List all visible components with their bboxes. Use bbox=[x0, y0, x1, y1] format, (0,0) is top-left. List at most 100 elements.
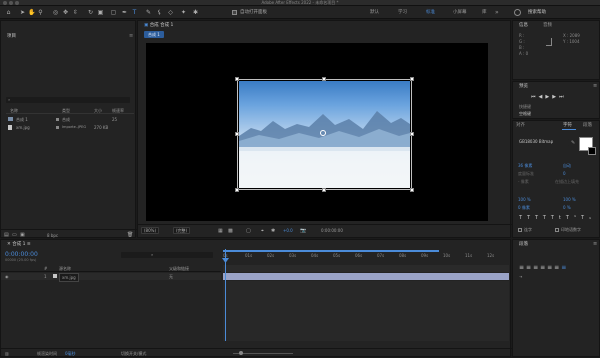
resolution-dropdown[interactable]: (完整) bbox=[173, 227, 191, 234]
project-item-comp[interactable]: 合成 1 合成 25 bbox=[6, 116, 134, 123]
delete-icon[interactable]: 🗑 bbox=[127, 232, 133, 238]
zoom-icon[interactable]: ⚲ bbox=[37, 9, 44, 16]
paragraph-menu-icon[interactable]: ≡ bbox=[593, 241, 597, 247]
font-family-dropdown[interactable]: GB18030 Bitmap bbox=[517, 139, 569, 146]
faux-bold-button[interactable]: T bbox=[519, 215, 527, 221]
timeline-search-input[interactable] bbox=[121, 252, 213, 258]
layer-name[interactable]: xm.jpg bbox=[59, 273, 79, 282]
stroke-mode-dropdown[interactable]: 在描边上填充 bbox=[555, 179, 579, 185]
all-caps-button[interactable]: TT bbox=[535, 215, 551, 221]
stroke-width-field[interactable]: - 像素 bbox=[518, 179, 529, 185]
workspace-library[interactable]: 库 bbox=[482, 9, 487, 16]
transparency-grid-icon[interactable]: ▩ bbox=[228, 228, 233, 234]
small-caps-button[interactable]: Tt bbox=[551, 215, 566, 221]
horizontal-scale-field[interactable]: 100 % bbox=[563, 197, 576, 202]
transform-handle[interactable] bbox=[322, 77, 326, 81]
zoom-dropdown[interactable]: (80%) bbox=[141, 227, 160, 234]
rotate-icon[interactable]: ↻ bbox=[87, 9, 94, 16]
vertical-scale-field[interactable]: 100 % bbox=[518, 197, 531, 202]
workspace-overflow-icon[interactable]: » bbox=[495, 9, 499, 16]
ligature-checkbox[interactable] bbox=[518, 228, 522, 232]
tab-info[interactable]: 信息 bbox=[519, 22, 528, 29]
rect-icon[interactable]: ▢ bbox=[110, 9, 117, 16]
hand-icon[interactable]: ✋ bbox=[28, 9, 35, 16]
project-menu-icon[interactable]: ≡ bbox=[129, 33, 133, 39]
home-icon[interactable]: ⌂ bbox=[5, 9, 12, 16]
column-size[interactable]: 大小 bbox=[94, 107, 102, 114]
transform-handle[interactable] bbox=[410, 77, 414, 81]
composition-viewer[interactable] bbox=[146, 43, 488, 221]
visibility-eye-icon[interactable]: ◉ bbox=[5, 273, 9, 280]
project-item-image[interactable]: xm.jpg Importe..JPEG 270 KB bbox=[6, 124, 134, 131]
kerning-field[interactable]: 度量标准 bbox=[518, 171, 534, 177]
tab-audio[interactable]: 音频 bbox=[543, 22, 552, 29]
auto-open-checkbox[interactable] bbox=[232, 10, 237, 15]
mask-icon[interactable]: ▢ bbox=[246, 228, 251, 234]
region-icon[interactable]: ▦ bbox=[218, 228, 223, 234]
column-source-name[interactable]: 源名称 bbox=[59, 265, 71, 272]
transform-handle[interactable] bbox=[235, 188, 239, 192]
transform-handle[interactable] bbox=[410, 132, 414, 136]
superscript-button[interactable]: T¹ bbox=[566, 215, 581, 221]
first-frame-icon[interactable]: ⏮ bbox=[531, 94, 539, 100]
column-name[interactable]: 名称 bbox=[10, 107, 18, 114]
brush-icon[interactable]: ✎ bbox=[145, 9, 152, 16]
stroke-color-swatch[interactable] bbox=[588, 147, 596, 155]
tab-align[interactable]: 对齐 bbox=[516, 122, 525, 129]
preview-menu-icon[interactable]: ≡ bbox=[593, 83, 597, 89]
snapshot-icon[interactable]: ✱ bbox=[271, 228, 275, 234]
column-parent[interactable]: 父级和链接 bbox=[169, 265, 189, 272]
interpret-footage-icon[interactable]: ▤ bbox=[4, 232, 9, 238]
anchor-point-icon[interactable] bbox=[320, 130, 326, 136]
workspace-learn[interactable]: 学习 bbox=[398, 9, 407, 16]
layer-row[interactable]: ◉ 1 xm.jpg 无 bbox=[1, 273, 221, 282]
zoom-slider-thumb[interactable] bbox=[239, 351, 243, 355]
layer-parent-dropdown[interactable]: 无 bbox=[169, 273, 173, 280]
transform-handle[interactable] bbox=[235, 132, 239, 136]
column-type[interactable]: 类型 bbox=[62, 107, 70, 114]
subscript-button[interactable]: T₁ bbox=[581, 215, 596, 221]
select-icon[interactable]: ➤ bbox=[19, 9, 26, 16]
puppet-icon[interactable]: ✱ bbox=[192, 9, 199, 16]
font-size-field[interactable]: 36 像素 bbox=[518, 163, 532, 169]
justify-all-icon[interactable]: ≡ bbox=[561, 264, 568, 271]
transform-handle[interactable] bbox=[322, 188, 326, 192]
clone-icon[interactable]: ⚸ bbox=[156, 9, 163, 16]
pan-icon[interactable]: ✥ bbox=[62, 9, 69, 16]
indent-left-icon[interactable]: ⇥ bbox=[519, 274, 522, 279]
faux-italic-button[interactable]: T bbox=[527, 215, 535, 221]
layer-duration-bar[interactable] bbox=[223, 273, 509, 280]
exposure-value[interactable]: +0.0 bbox=[283, 228, 293, 233]
orbit-icon[interactable]: ◎ bbox=[52, 9, 59, 16]
last-frame-icon[interactable]: ⏭ bbox=[559, 94, 567, 100]
workspace-standard[interactable]: 标准 bbox=[426, 9, 435, 16]
timeline-timecode[interactable]: 0:00:00:00 bbox=[5, 251, 38, 258]
column-fps[interactable]: 帧速率 bbox=[112, 107, 124, 114]
timeline-tab[interactable]: ✕ 合成 1 ≡ bbox=[7, 241, 31, 248]
time-ruler[interactable]: 0s 01s 02s 03s 04s 05s 06s 07s 08s 09s 1… bbox=[223, 253, 511, 261]
eraser-icon[interactable]: ◇ bbox=[167, 9, 174, 16]
tsume-field[interactable]: 0 % bbox=[563, 205, 571, 210]
tab-character[interactable]: 字符 bbox=[563, 122, 572, 129]
work-area-bar[interactable] bbox=[223, 250, 439, 252]
shortcut-dropdown[interactable]: 空格键 bbox=[519, 111, 531, 117]
eyedropper-icon[interactable]: ✎ bbox=[571, 140, 575, 146]
type-icon[interactable]: T bbox=[131, 9, 138, 16]
workspace-small-screen[interactable]: 小屏幕 bbox=[453, 9, 467, 16]
new-folder-icon[interactable]: ▭ bbox=[12, 232, 17, 238]
new-comp-icon[interactable]: ▣ bbox=[20, 232, 25, 238]
project-search-input[interactable]: ⌕ bbox=[6, 97, 130, 103]
camera-icon[interactable]: ▣ bbox=[97, 9, 104, 16]
transform-handle[interactable] bbox=[235, 77, 239, 81]
pen-icon[interactable]: ✒ bbox=[121, 9, 128, 16]
search-help-icon[interactable] bbox=[514, 9, 521, 16]
tracking-field[interactable]: 0 bbox=[563, 171, 566, 176]
bpc-label[interactable]: 8 bpc bbox=[47, 233, 58, 238]
current-time[interactable]: 0:00:00:00 bbox=[321, 228, 343, 233]
hindi-digits-checkbox[interactable] bbox=[555, 228, 559, 232]
roto-icon[interactable]: ✦ bbox=[180, 9, 187, 16]
leading-field[interactable]: 自动 bbox=[563, 163, 571, 169]
dolly-icon[interactable]: ⇳ bbox=[72, 9, 79, 16]
camera-view-icon[interactable]: ⌖ bbox=[261, 228, 264, 234]
tab-paragraph-top[interactable]: 段落 bbox=[583, 122, 592, 129]
